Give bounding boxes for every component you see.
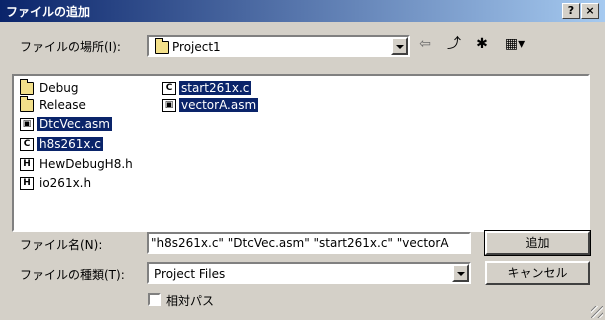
c-file-icon: C — [20, 137, 34, 151]
filetype-label: ファイルの種類(T): — [20, 268, 125, 282]
file-name: HewDebugH8.h — [39, 157, 133, 171]
back-icon[interactable]: ⇦ — [414, 34, 436, 54]
folder-icon — [155, 37, 169, 54]
file-name: vectorA.asm — [179, 98, 259, 112]
file-name: io261x.h — [39, 176, 92, 190]
window-title: ファイルの追加 — [6, 5, 91, 19]
file-name: start261x.c — [179, 81, 252, 95]
location-value: Project1 — [172, 40, 221, 54]
filename-input[interactable]: "h8s261x.c" "DtcVec.asm" "start261x.c" "… — [147, 232, 471, 254]
filename-value: "h8s261x.c" "DtcVec.asm" "start261x.c" "… — [151, 236, 449, 250]
list-item[interactable]: ▣ DtcVec.asm — [20, 116, 112, 132]
title-bar[interactable]: ファイルの追加 ? × — [0, 0, 605, 22]
list-item[interactable]: Debug — [20, 78, 80, 96]
view-menu-icon[interactable]: ▦▾ — [500, 34, 530, 54]
relative-path-checkbox[interactable] — [148, 293, 161, 306]
add-file-dialog: ファイルの追加 ? × ファイルの場所(I): Project1 ⇦ ⤴ ✱ ▦… — [0, 0, 605, 320]
asm-file-icon: ▣ — [20, 117, 34, 131]
list-item[interactable]: C start261x.c — [162, 80, 252, 96]
resize-grip[interactable] — [591, 306, 603, 318]
file-list[interactable]: Debug Release ▣ DtcVec.asm C h8s261x.c H… — [12, 74, 590, 232]
close-button[interactable]: × — [581, 3, 599, 19]
location-dropdown-arrow[interactable] — [391, 37, 408, 55]
list-item[interactable]: H HewDebugH8.h — [20, 156, 135, 172]
list-item[interactable]: ▣ vectorA.asm — [162, 97, 259, 113]
list-item[interactable]: H io261x.h — [20, 175, 93, 191]
filetype-value: Project Files — [154, 267, 226, 281]
c-file-icon: C — [162, 81, 176, 95]
new-folder-icon[interactable]: ✱ — [471, 34, 493, 54]
location-combo[interactable]: Project1 — [147, 35, 410, 57]
filetype-dropdown-arrow[interactable] — [452, 264, 469, 282]
filename-label: ファイル名(N): — [20, 238, 103, 252]
folder-icon — [20, 78, 34, 95]
folder-icon — [20, 95, 34, 112]
h-file-icon: H — [20, 176, 34, 190]
add-button[interactable]: 追加 — [484, 230, 591, 256]
file-name: Debug — [39, 81, 79, 95]
up-folder-icon[interactable]: ⤴ — [443, 34, 465, 54]
list-item[interactable]: C h8s261x.c — [20, 136, 103, 152]
location-label: ファイルの場所(I): — [20, 40, 121, 54]
file-name: Release — [39, 98, 86, 112]
file-name: h8s261x.c — [37, 137, 103, 151]
asm-file-icon: ▣ — [162, 98, 176, 112]
filetype-combo[interactable]: Project Files — [147, 262, 471, 284]
list-item[interactable]: Release — [20, 95, 88, 113]
help-button[interactable]: ? — [562, 3, 580, 19]
relative-path-label: 相対パス — [166, 294, 215, 308]
file-name: DtcVec.asm — [37, 117, 112, 131]
cancel-button[interactable]: キャンセル — [485, 261, 590, 285]
h-file-icon: H — [20, 157, 34, 171]
